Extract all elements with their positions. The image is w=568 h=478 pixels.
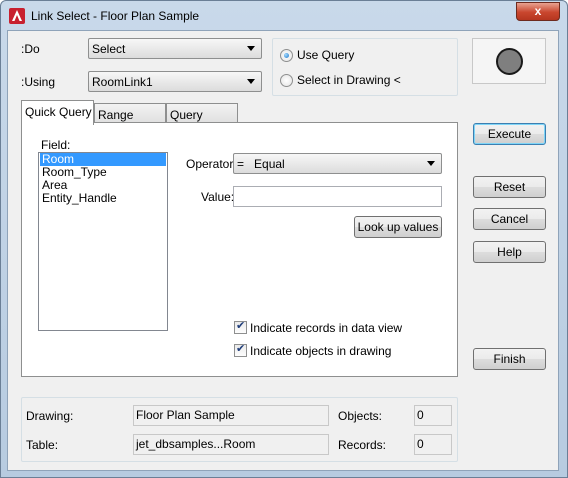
field-label: Field:	[41, 138, 71, 152]
table-value: jet_dbsamples...Room	[133, 434, 329, 455]
finish-button[interactable]: Finish	[473, 348, 546, 370]
records-label: Records:	[338, 438, 387, 452]
value-input[interactable]	[233, 186, 442, 207]
indicate-records-label[interactable]: Indicate records in data view	[250, 321, 402, 335]
circle-preview-icon	[496, 48, 523, 75]
close-icon: x	[534, 4, 542, 18]
close-button[interactable]: x	[516, 2, 560, 21]
select-in-drawing-label[interactable]: Select in Drawing <	[297, 73, 401, 87]
indicate-objects-label[interactable]: Indicate objects in drawing	[250, 344, 391, 358]
reset-button[interactable]: Reset	[473, 176, 546, 198]
using-combo[interactable]: RoomLink1	[88, 71, 262, 92]
tab-quick-query[interactable]: Quick Query	[21, 100, 94, 125]
using-label: :Using	[21, 75, 56, 89]
operator-label: Operator:	[186, 157, 237, 171]
drawing-label: Drawing:	[26, 409, 74, 423]
help-button[interactable]: Help	[473, 241, 546, 263]
use-query-label[interactable]: Use Query	[297, 48, 354, 62]
objects-value: 0	[414, 405, 452, 426]
objects-label: Objects:	[338, 409, 383, 423]
do-label: :Do	[21, 42, 40, 56]
operator-combo-value: = Equal	[237, 157, 285, 171]
indicate-objects-checkbox[interactable]	[234, 342, 247, 357]
autocad-logo-icon	[9, 8, 25, 24]
cancel-button[interactable]: Cancel	[473, 208, 546, 230]
execute-button[interactable]: Execute	[473, 123, 546, 145]
do-combo-value: Select	[92, 42, 126, 56]
query-mode-group	[272, 38, 458, 96]
do-combo[interactable]: Select	[88, 38, 262, 59]
indicate-records-checkbox[interactable]	[234, 319, 247, 334]
use-query-radio[interactable]	[280, 49, 293, 62]
records-value: 0	[414, 434, 452, 455]
object-preview	[472, 38, 546, 84]
table-label: Table:	[26, 438, 59, 452]
look-up-values-button[interactable]: Look up values	[354, 216, 442, 238]
chevron-down-icon	[427, 161, 435, 166]
chevron-down-icon	[247, 79, 255, 84]
field-list[interactable]: Room Room_Type Area Entity_Handle	[38, 152, 168, 331]
chevron-down-icon	[247, 46, 255, 51]
value-label: Value:	[201, 190, 235, 204]
title-bar[interactable]: Link Select - Floor Plan Sample x	[1, 1, 567, 31]
window-title: Link Select - Floor Plan Sample	[31, 9, 200, 23]
operator-combo[interactable]: = Equal	[233, 153, 442, 174]
using-combo-value: RoomLink1	[92, 75, 153, 89]
drawing-value: Floor Plan Sample	[133, 405, 329, 426]
select-in-drawing-radio[interactable]	[280, 74, 293, 87]
list-item[interactable]: Entity_Handle	[40, 192, 166, 205]
